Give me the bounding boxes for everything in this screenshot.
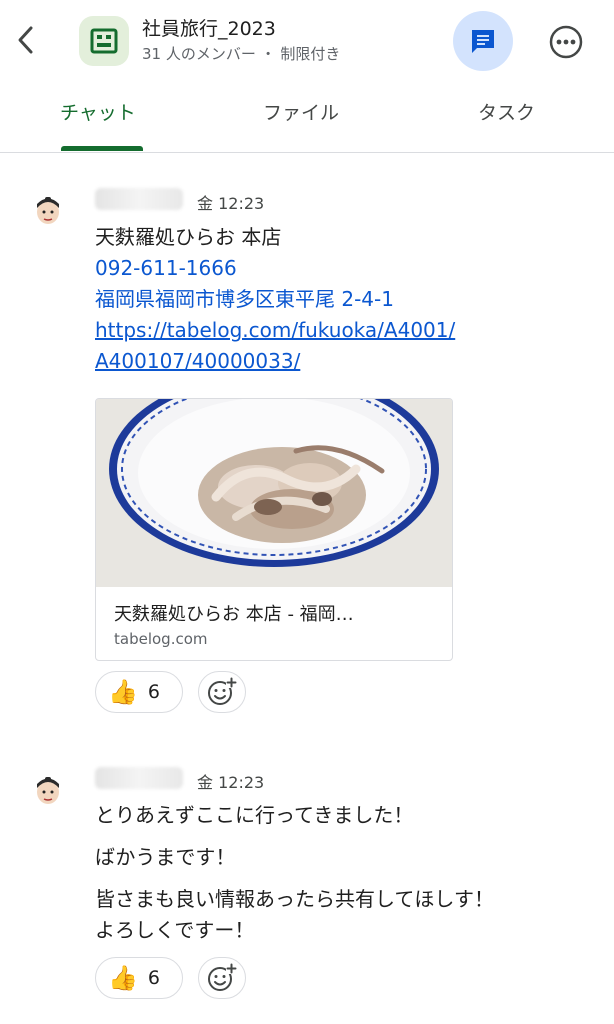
tab-bar: チャット ファイル タスク: [0, 88, 614, 153]
sender-avatar[interactable]: [33, 774, 63, 806]
reaction-chip[interactable]: 👍 6: [95, 957, 183, 999]
reaction-chip[interactable]: 👍 6: [95, 671, 183, 713]
message-time: 金 12:23: [197, 194, 265, 213]
space-icon: [90, 28, 118, 54]
back-button[interactable]: [8, 20, 44, 60]
active-tab-indicator: [61, 146, 143, 151]
thumbs-up-icon: 👍: [108, 964, 138, 992]
space-avatar[interactable]: [79, 16, 129, 66]
tab-files[interactable]: ファイル: [263, 98, 339, 125]
add-reaction-button[interactable]: [198, 957, 246, 999]
thumbs-up-icon: 👍: [108, 678, 138, 706]
sender-name-redacted: [95, 188, 183, 210]
sender-name-redacted: [95, 767, 183, 789]
chevron-left-icon: [18, 26, 33, 54]
preview-title: 天麩羅処ひらお 本店 - 福岡…: [114, 604, 354, 625]
add-reaction-button[interactable]: [198, 671, 246, 713]
space-subtitle[interactable]: 31 人のメンバー ・ 制限付き: [142, 43, 340, 64]
message-time: 金 12:23: [197, 773, 265, 792]
thread-icon: [472, 30, 494, 53]
reaction-count: 6: [147, 681, 160, 703]
phone-link[interactable]: 092-611-1666: [95, 253, 237, 284]
url-link[interactable]: https://tabelog.com/fukuoka/A4001/: [95, 315, 455, 346]
url-link-continued[interactable]: A400107/40000033/: [95, 346, 300, 377]
message-text: とりあえずここに行ってきました！: [95, 803, 414, 827]
more-options-button[interactable]: [542, 18, 590, 66]
app-header: 社員旅行_2023 31 人のメンバー ・ 制限付き: [0, 0, 614, 84]
tab-tasks[interactable]: タスク: [478, 98, 535, 125]
message-text: よろしくですー！: [95, 918, 255, 942]
link-preview-card[interactable]: 天麩羅処ひらお 本店 - 福岡… tabelog.com: [95, 398, 453, 661]
preview-image: [96, 399, 452, 587]
reaction-count: 6: [147, 967, 160, 989]
add-emoji-icon: [208, 963, 237, 991]
preview-domain: tabelog.com: [114, 630, 208, 648]
tab-chat[interactable]: チャット: [60, 98, 136, 125]
space-title[interactable]: 社員旅行_2023: [142, 14, 276, 41]
message-text: ばかうまです！: [95, 845, 236, 869]
sender-avatar[interactable]: [33, 194, 63, 226]
address-link[interactable]: 福岡県福岡市博多区東平尾 2-4-1: [95, 284, 394, 315]
more-vert-icon: [549, 25, 583, 59]
add-emoji-icon: [208, 677, 237, 705]
message-text: 天麩羅処ひらお 本店: [95, 225, 282, 249]
threads-button[interactable]: [453, 11, 513, 71]
message-text: 皆さまも良い情報あったら共有してほしす！: [95, 887, 494, 911]
